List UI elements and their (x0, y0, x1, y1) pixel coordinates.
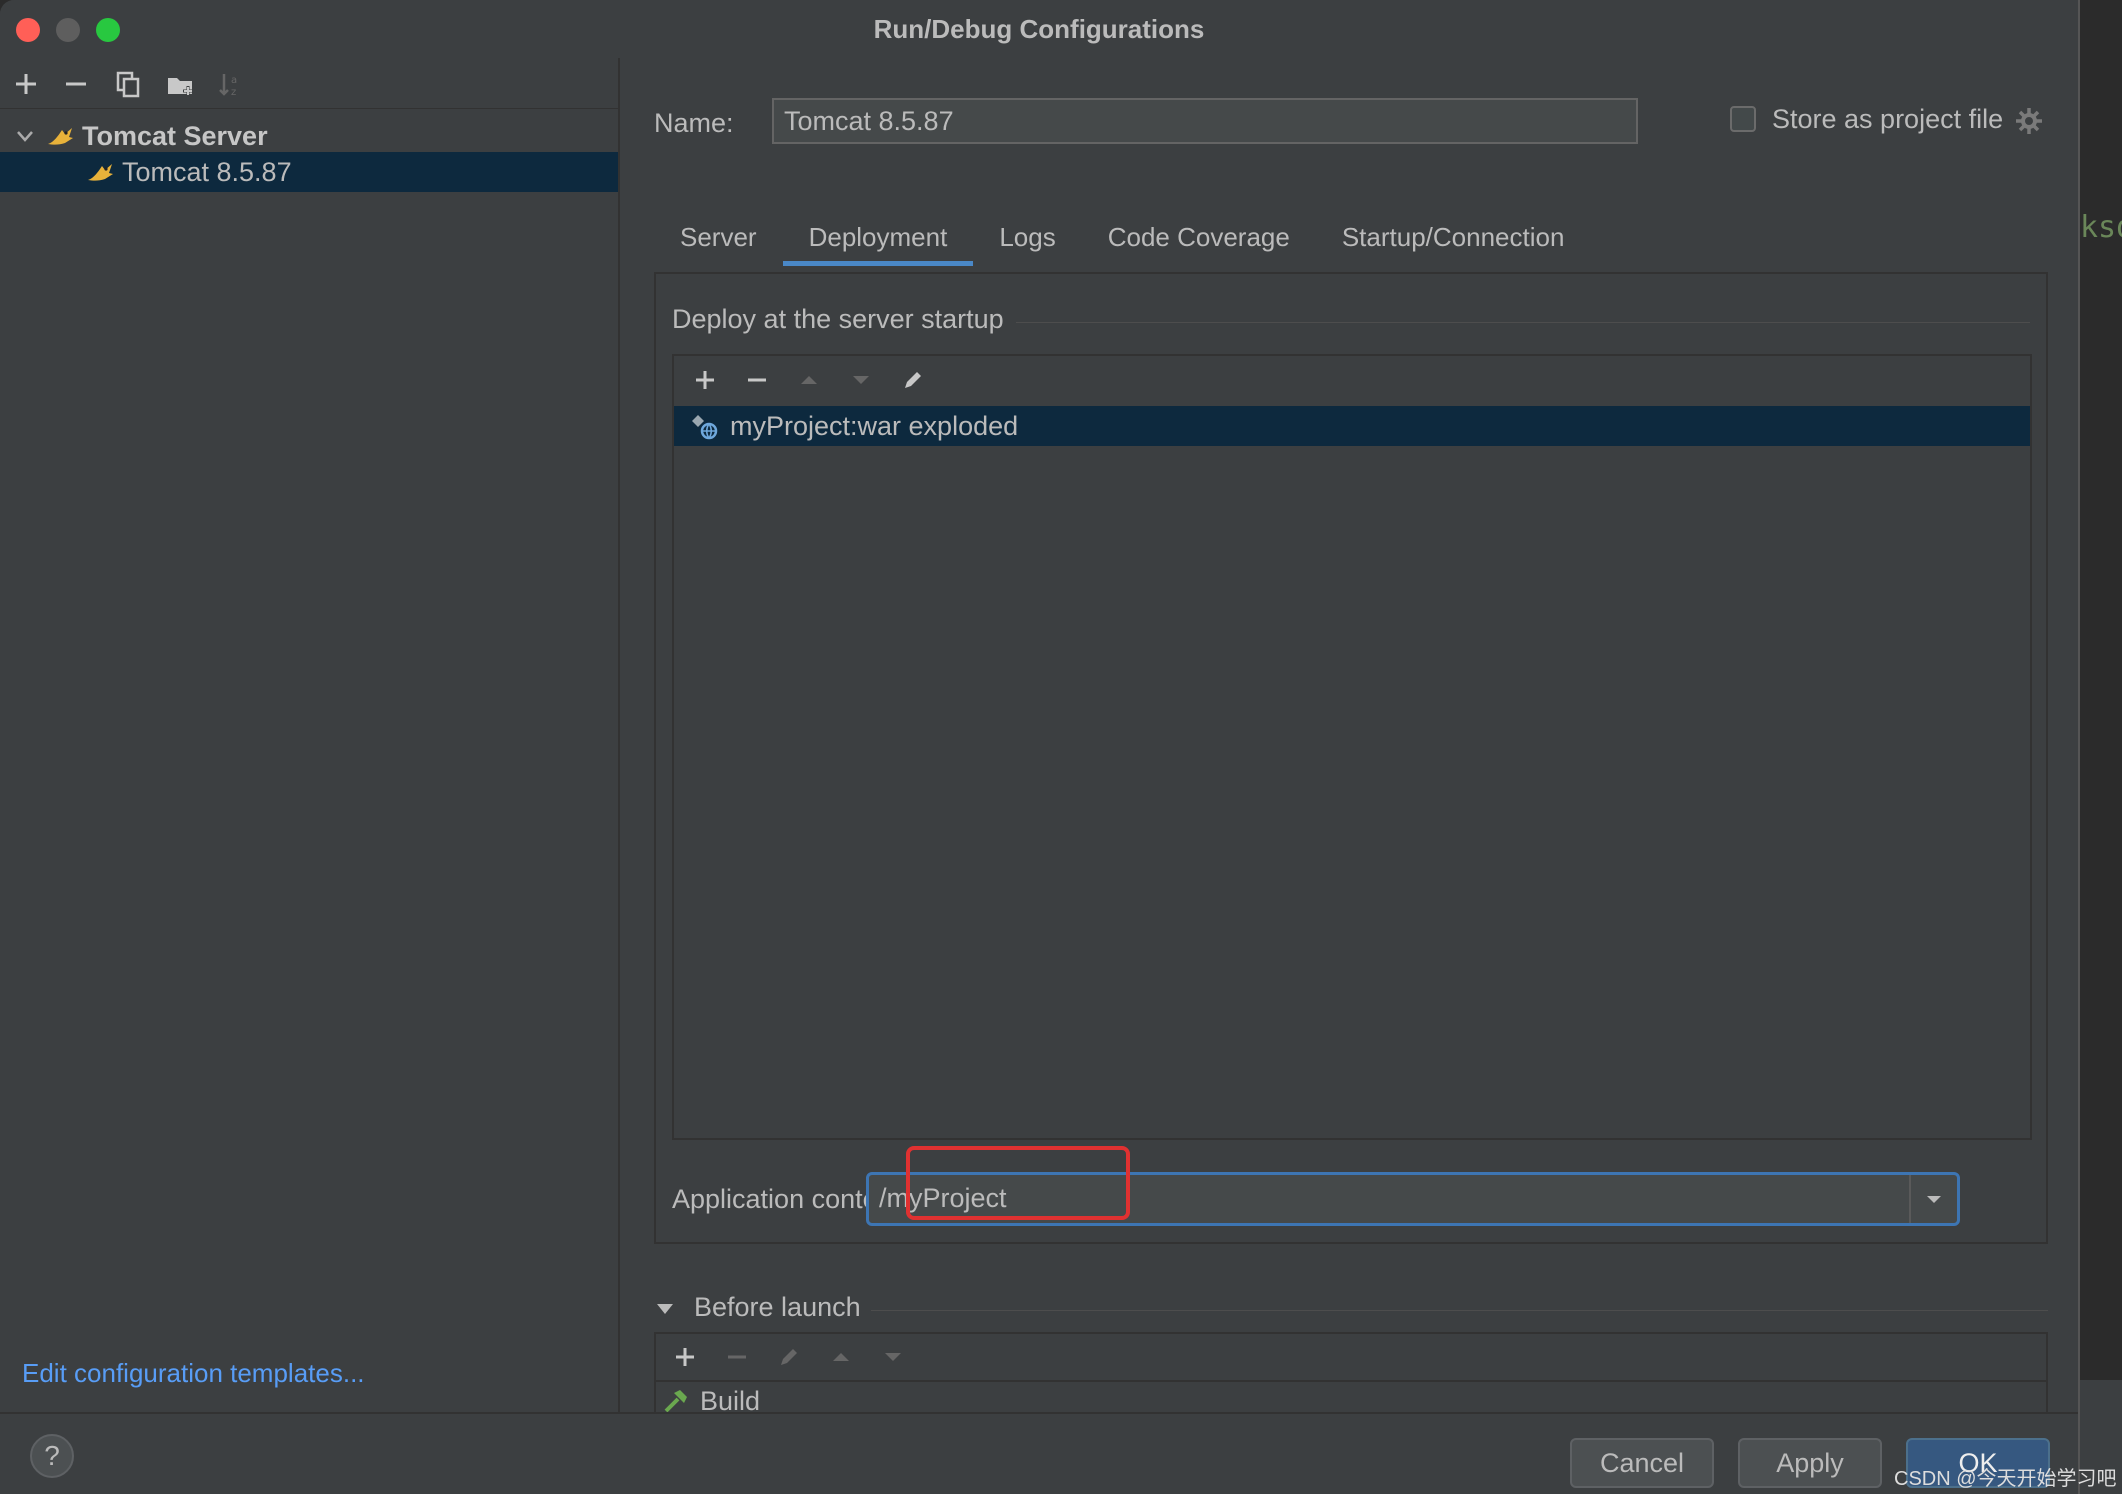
name-input[interactable] (772, 98, 1638, 144)
remove-icon (66, 82, 86, 86)
remove-task-button[interactable] (718, 1338, 756, 1376)
chevron-down-icon[interactable] (14, 125, 36, 147)
artifact-toolbar (674, 356, 2030, 404)
move-up-button[interactable] (790, 361, 828, 399)
artifact-item[interactable]: myProject:war exploded (674, 406, 2030, 446)
help-button[interactable]: ? (30, 1434, 74, 1478)
pencil-icon (905, 372, 921, 388)
application-context-combobox[interactable]: /myProject (866, 1172, 1960, 1226)
tab-deployment[interactable]: Deployment (782, 216, 974, 266)
watermark: CSDN @今天开始学习吧 (1894, 1468, 2117, 1490)
application-context-value[interactable]: /myProject (879, 1183, 1007, 1214)
svg-text:a: a (231, 75, 237, 86)
sort-icon: az (219, 74, 237, 98)
tree-item-tomcat-config[interactable]: Tomcat 8.5.87 (0, 152, 618, 192)
tab-startup-connection[interactable]: Startup/Connection (1316, 216, 1591, 266)
add-task-button[interactable] (666, 1338, 704, 1376)
tomcat-icon (48, 128, 73, 145)
cancel-button[interactable]: Cancel (1570, 1438, 1714, 1488)
sidebar-toolbar: az (0, 58, 618, 109)
arrow-up-icon (801, 376, 817, 384)
deploy-section-title: Deploy at the server startup (672, 304, 1016, 335)
add-icon (676, 1348, 694, 1366)
tree-group-tomcat-server[interactable]: Tomcat Server (0, 116, 618, 156)
dialog-button-bar: ? Cancel Apply OK (0, 1412, 2078, 1494)
code-fragment: ksd (2080, 210, 2122, 245)
tab-server[interactable]: Server (654, 216, 783, 266)
pencil-icon (781, 1349, 797, 1365)
remove-icon (728, 1355, 746, 1359)
svg-text:z: z (231, 87, 236, 98)
collapse-triangle-icon[interactable] (654, 1298, 676, 1320)
before-launch-toolbar (654, 1332, 2048, 1380)
add-configuration-button[interactable] (6, 64, 46, 104)
move-down-button[interactable] (842, 361, 880, 399)
arrow-down-icon (853, 376, 869, 384)
move-task-down-button[interactable] (874, 1338, 912, 1376)
artifact-list: myProject:war exploded (672, 354, 2032, 1140)
move-task-up-button[interactable] (822, 1338, 860, 1376)
context-dropdown-button[interactable] (1909, 1175, 1957, 1223)
name-label: Name: (654, 108, 734, 138)
run-debug-dialog: Run/Debug Configurations az Tomcat Serve (0, 0, 2080, 1494)
arrow-up-icon (833, 1353, 849, 1361)
copy-icon (116, 71, 140, 98)
tree-group-label: Tomcat Server (82, 120, 268, 151)
tomcat-icon (88, 164, 113, 181)
new-folder-button[interactable] (160, 64, 200, 104)
edit-templates-link[interactable]: Edit configuration templates... (22, 1358, 365, 1389)
configuration-editor: Name: Store as project file Server Deplo… (620, 58, 2078, 1420)
before-launch-title: Before launch (694, 1292, 871, 1323)
title-bar: Run/Debug Configurations (0, 0, 2078, 58)
folder-add-icon (168, 78, 193, 96)
add-artifact-button[interactable] (686, 361, 724, 399)
add-icon (696, 371, 714, 389)
remove-artifact-button[interactable] (738, 361, 776, 399)
gear-icon[interactable] (2014, 106, 2044, 136)
arrow-down-icon (885, 1353, 901, 1361)
edit-task-button[interactable] (770, 1338, 808, 1376)
store-as-project-checkbox[interactable] (1730, 106, 1756, 132)
hammer-icon (664, 1390, 687, 1413)
apply-button[interactable]: Apply (1738, 1438, 1882, 1488)
chevron-down-icon (1927, 1196, 1941, 1203)
store-as-project-label: Store as project file (1772, 104, 2004, 134)
tab-code-coverage[interactable]: Code Coverage (1082, 216, 1316, 266)
tab-logs[interactable]: Logs (973, 216, 1081, 266)
editor-background: ksd (2078, 0, 2122, 1494)
add-icon (16, 74, 36, 94)
tab-bar: Server Deployment Logs Code Coverage Sta… (654, 216, 1590, 266)
remove-configuration-button[interactable] (56, 64, 96, 104)
war-artifact-icon (692, 415, 718, 440)
deployment-panel: Deploy at the server startup myProject:w… (654, 272, 2048, 1244)
artifact-label: myProject:war exploded (730, 410, 1019, 441)
copy-configuration-button[interactable] (108, 64, 148, 104)
edit-artifact-button[interactable] (894, 361, 932, 399)
sort-configurations-button[interactable]: az (210, 64, 250, 104)
section-divider (694, 1310, 2048, 1311)
tree-item-label: Tomcat 8.5.87 (122, 156, 292, 187)
window-title: Run/Debug Configurations (873, 14, 1205, 44)
remove-icon (748, 378, 766, 382)
configurations-sidebar: az Tomcat Server Tomcat 8.5.87 Edit conf… (0, 58, 620, 1412)
